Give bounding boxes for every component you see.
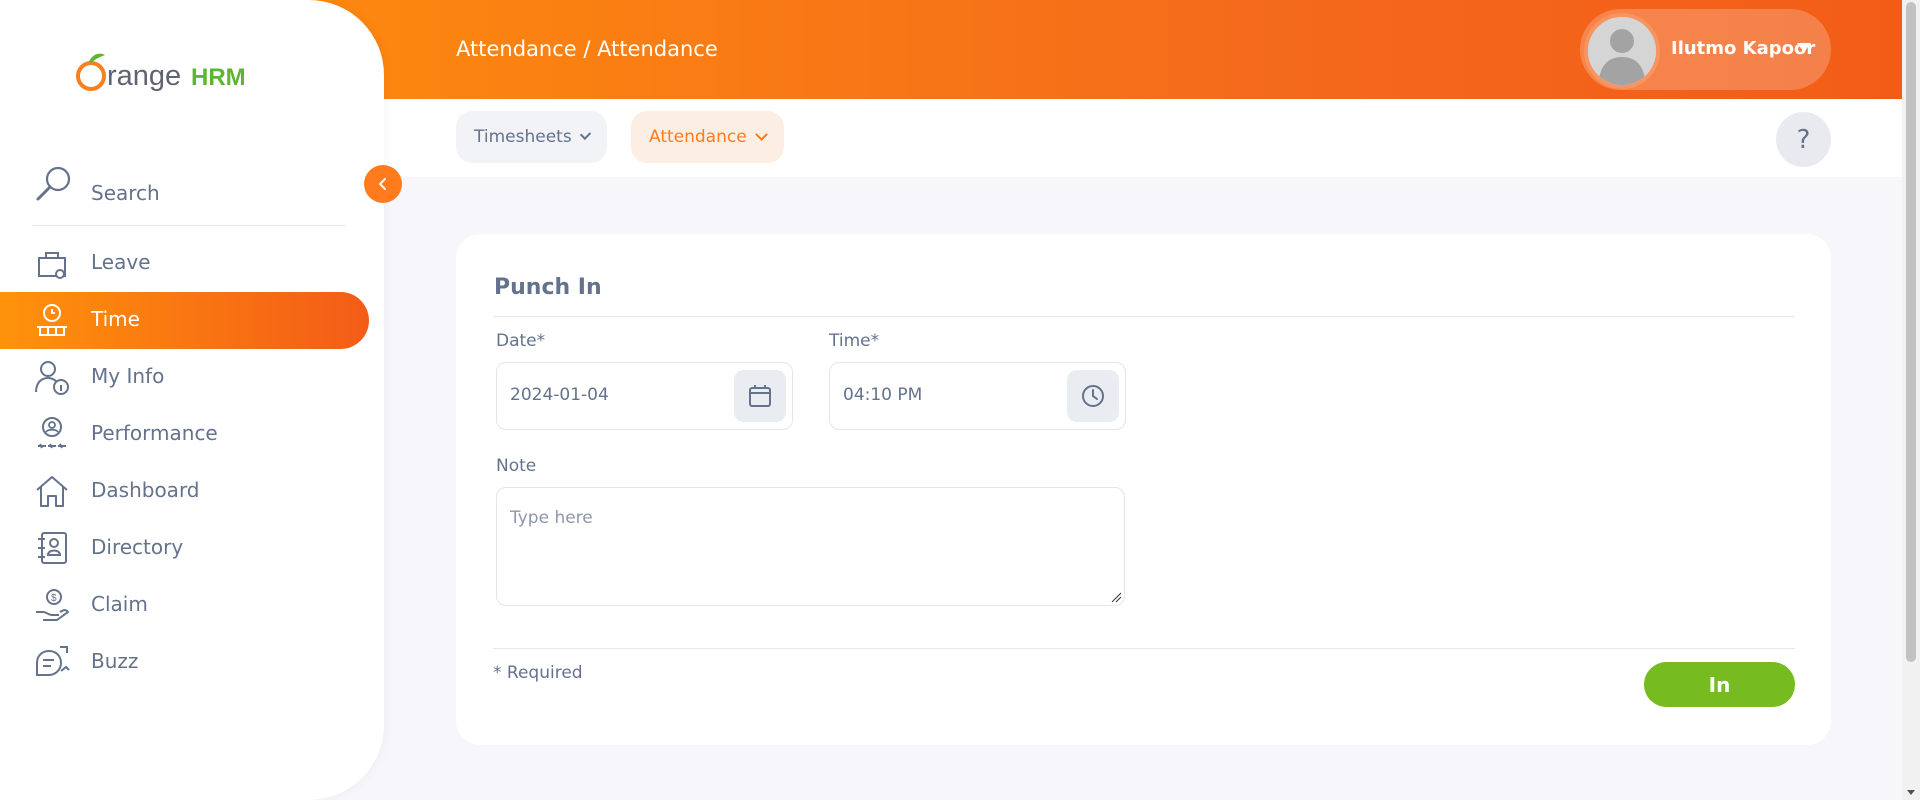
chevron-down-icon	[754, 128, 768, 141]
sidebar-item-time[interactable]: Time	[0, 292, 369, 349]
date-value: 2024-01-04	[510, 385, 609, 405]
user-name: Ilutmo Kapoor	[1671, 38, 1816, 59]
scrollbar-thumb[interactable]	[1906, 2, 1916, 662]
dashboard-icon	[36, 476, 68, 507]
my-info-icon	[35, 361, 69, 395]
svg-text:$: $	[51, 593, 57, 604]
divider	[493, 316, 1795, 317]
date-label: Date*	[496, 331, 546, 351]
claim-icon: $	[36, 589, 69, 621]
logo-text: range	[107, 60, 181, 92]
punch-in-button[interactable]: In	[1644, 662, 1795, 707]
chevron-down-icon	[579, 128, 592, 141]
divider	[493, 648, 1795, 649]
tab-attendance[interactable]: Attendance	[631, 111, 784, 163]
breadcrumb: Attendance / Attendance	[456, 37, 718, 61]
sidebar-item-label: Performance	[91, 421, 218, 445]
help-button[interactable]: ?	[1776, 112, 1831, 167]
sidebar-item-label: My Info	[91, 364, 165, 388]
sidebar-item-claim[interactable]: $ Claim	[0, 577, 369, 634]
sidebar-item-leave[interactable]: Leave	[0, 235, 369, 292]
note-label: Note	[496, 456, 537, 476]
sidebar-item-buzz[interactable]: Buzz	[0, 634, 369, 691]
tab-timesheets[interactable]: Timesheets	[456, 111, 607, 163]
clock-button[interactable]	[1067, 370, 1119, 422]
orangehrm-logo: range HRM	[76, 53, 246, 92]
tab-timesheets-label: Timesheets	[474, 127, 572, 147]
directory-icon	[38, 532, 67, 564]
search-label: Search	[91, 181, 160, 205]
sidebar-item-label: Claim	[91, 592, 148, 616]
leave-icon	[38, 252, 66, 279]
sidebar-item-label: Time	[91, 307, 140, 331]
scroll-down-arrow-icon[interactable]	[1907, 790, 1915, 795]
caret-down-icon	[1797, 43, 1811, 52]
sidebar-item-label: Buzz	[91, 649, 139, 673]
sidebar-search[interactable]: Search	[32, 164, 346, 226]
required-note: * Required	[493, 663, 583, 683]
calendar-icon	[749, 385, 771, 407]
sidebar-item-label: Dashboard	[91, 478, 200, 502]
sidebar-item-label: Directory	[91, 535, 184, 559]
resize-handle-icon[interactable]	[1110, 591, 1122, 603]
card-title: Punch In	[494, 275, 602, 300]
tab-attendance-label: Attendance	[649, 127, 747, 147]
punch-in-card: Punch In Date* 2024-01-04 Time* 04:10 PM…	[456, 234, 1831, 745]
clock-icon	[1082, 385, 1104, 407]
sidebar-item-label: Leave	[91, 250, 151, 274]
user-dropdown[interactable]: Ilutmo Kapoor	[1580, 9, 1831, 90]
time-field[interactable]: 04:10 PM	[829, 362, 1126, 430]
user-avatar-icon	[1588, 17, 1656, 85]
time-value: 04:10 PM	[843, 385, 923, 405]
chevron-left-icon	[379, 178, 386, 190]
calendar-button[interactable]	[734, 370, 786, 422]
logo-hrm: HRM	[191, 64, 246, 91]
buzz-icon	[36, 646, 70, 676]
sidebar-item-dashboard[interactable]: Dashboard	[0, 463, 369, 520]
date-field[interactable]: 2024-01-04	[496, 362, 793, 430]
sidebar-item-my-info[interactable]: My Info	[0, 349, 369, 406]
search-icon	[36, 166, 71, 201]
note-placeholder: Type here	[510, 508, 593, 528]
time-label: Time*	[829, 331, 880, 351]
sidebar-collapse-button[interactable]	[364, 165, 402, 203]
sidebar-item-directory[interactable]: Directory	[0, 520, 369, 577]
performance-icon	[38, 417, 66, 449]
sidebar-item-performance[interactable]: Performance	[0, 406, 369, 463]
sidebar: range HRM Search Leave Time My Info Perf…	[0, 0, 384, 800]
avatar	[1584, 13, 1660, 89]
scrollbar[interactable]	[1902, 0, 1920, 800]
time-icon	[37, 304, 67, 336]
note-field[interactable]: Type here	[496, 487, 1125, 606]
